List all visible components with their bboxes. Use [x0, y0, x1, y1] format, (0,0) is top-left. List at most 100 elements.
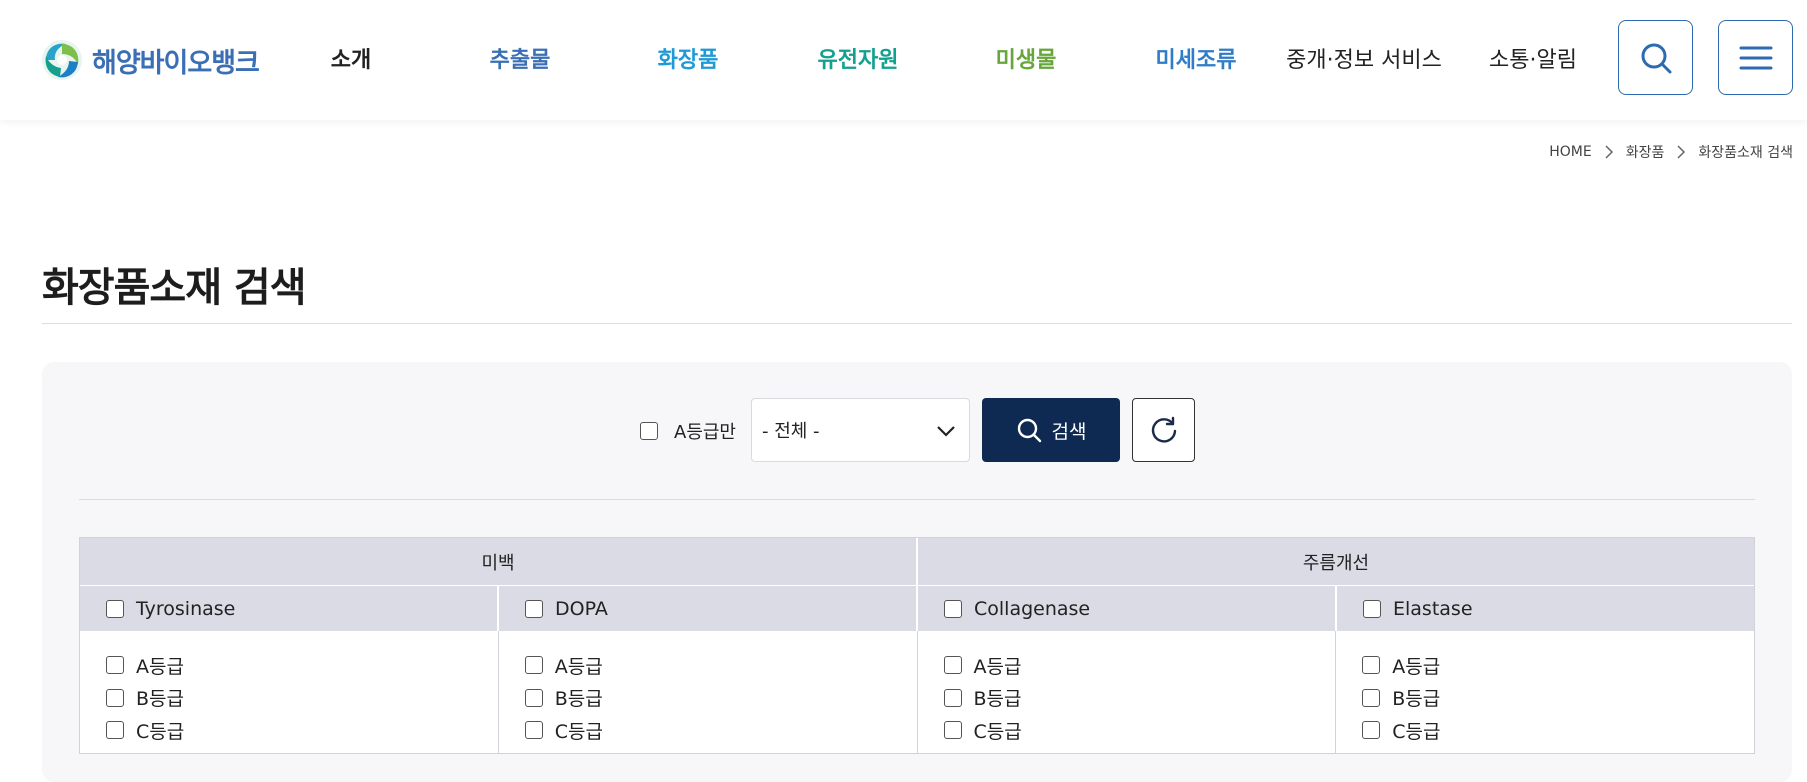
nav-label: 미세조류	[1155, 48, 1237, 73]
grade-checkbox[interactable]	[1362, 656, 1381, 675]
chevron-right-icon	[1672, 145, 1690, 159]
category-select[interactable]: - 전체 -	[751, 398, 970, 462]
enzyme-label: Elastase	[1393, 597, 1473, 620]
grade-checkbox[interactable]	[943, 688, 962, 707]
breadcrumb: HOME 화장품 화장품소재 검색	[1549, 142, 1793, 162]
search-bar: A등급만 - 전체 - 검색	[42, 398, 1792, 462]
grade-label: A등급	[973, 655, 1022, 678]
enzyme-checkbox[interactable]	[106, 599, 124, 618]
filter-group-row: 미백 주름개선	[80, 538, 1754, 585]
grade-option[interactable]: A등급	[524, 649, 917, 682]
nav-label: 미생물	[995, 48, 1057, 73]
chevron-down-icon	[937, 426, 955, 437]
search-button[interactable]: 검색	[982, 398, 1120, 462]
nav-item-microorganisms[interactable]: 미생물	[976, 40, 1076, 76]
grade-label: C등급	[973, 720, 1022, 743]
nav-item-brokerage-info[interactable]: 중개·정보 서비스	[1276, 40, 1452, 76]
grade-label: B등급	[554, 688, 603, 711]
nav-item-cosmetics[interactable]: 화장품	[638, 40, 738, 76]
grade-label: A등급	[1392, 655, 1441, 678]
nav-item-extract[interactable]: 추출물	[470, 40, 570, 76]
grade-checkbox[interactable]	[1362, 688, 1381, 707]
grade-option[interactable]: C등급	[943, 714, 1336, 747]
grade-option[interactable]: A등급	[106, 649, 498, 682]
grade-label: C등급	[136, 720, 185, 743]
breadcrumb-home[interactable]: HOME	[1549, 144, 1591, 160]
grade-option[interactable]: A등급	[1362, 649, 1754, 682]
enzyme-label: Tyrosinase	[136, 597, 236, 620]
filter-table: 미백 주름개선 Tyrosinase DOPA Collagenase Elas…	[79, 537, 1755, 754]
hamburger-menu-icon	[1739, 46, 1772, 69]
filter-group-wrinkle: 주름개선	[916, 538, 1754, 585]
nav-item-genetic-resources[interactable]: 유전자원	[800, 40, 916, 76]
page-title: 화장품소재 검색	[42, 265, 307, 311]
a-grade-only-filter[interactable]: A등급만	[640, 418, 736, 444]
header-menu-button[interactable]	[1718, 20, 1793, 95]
nav-label: 소통·알림	[1489, 48, 1577, 73]
grade-checkbox[interactable]	[1362, 721, 1381, 740]
grade-label: B등급	[973, 688, 1022, 711]
nav-item-intro[interactable]: 소개	[306, 40, 396, 76]
main-nav: 소개 추출물 화장품 유전자원 미생물 미세조류 중개·정보 서비스 소통·알림	[0, 0, 1807, 120]
category-select-value: - 전체 -	[762, 421, 820, 442]
grade-option[interactable]: C등급	[524, 714, 917, 747]
grade-label: C등급	[1392, 720, 1441, 743]
grade-option[interactable]: B등급	[943, 682, 1336, 715]
reset-button[interactable]	[1132, 398, 1195, 462]
enzyme-tyrosinase[interactable]: Tyrosinase	[80, 586, 497, 631]
nav-label: 유전자원	[817, 48, 899, 73]
grade-label: C등급	[554, 720, 603, 743]
grade-list-tyrosinase: A등급 B등급 C등급	[80, 631, 498, 753]
grade-list-elastase: A등급 B등급 C등급	[1335, 631, 1754, 753]
enzyme-label: DOPA	[555, 597, 608, 620]
grade-checkbox[interactable]	[106, 721, 124, 740]
enzyme-elastase[interactable]: Elastase	[1335, 586, 1754, 631]
grade-checkbox[interactable]	[524, 721, 543, 740]
panel-divider	[79, 499, 1755, 500]
grade-option[interactable]: C등급	[106, 714, 498, 747]
grade-checkbox[interactable]	[106, 656, 124, 675]
nav-label: 추출물	[489, 48, 551, 73]
breadcrumb-level1[interactable]: 화장품	[1626, 142, 1665, 162]
search-panel: A등급만 - 전체 - 검색 미백 주름개선 Tyrosinase DOPA C…	[42, 362, 1792, 782]
grade-checkbox[interactable]	[106, 688, 124, 707]
grade-option[interactable]: C등급	[1362, 714, 1754, 747]
grade-label: B등급	[136, 688, 184, 711]
site-header: 해양바이오뱅크 소개 추출물 화장품 유전자원 미생물 미세조류 중개·정보 서…	[0, 0, 1807, 120]
grade-checkbox[interactable]	[524, 688, 543, 707]
grade-checkbox[interactable]	[524, 656, 543, 675]
enzyme-checkbox[interactable]	[944, 599, 962, 618]
enzyme-checkbox[interactable]	[525, 599, 543, 618]
nav-label: 화장품	[657, 48, 719, 73]
title-divider	[42, 323, 1792, 324]
nav-item-notice[interactable]: 소통·알림	[1480, 40, 1586, 76]
header-search-button[interactable]	[1618, 20, 1693, 95]
enzyme-dopa[interactable]: DOPA	[497, 586, 916, 631]
a-grade-only-checkbox[interactable]	[640, 422, 658, 440]
search-icon	[1641, 43, 1671, 73]
grade-option[interactable]: B등급	[524, 682, 917, 715]
a-grade-only-label: A등급만	[674, 422, 736, 443]
nav-item-microalgae[interactable]: 미세조류	[1138, 40, 1254, 76]
breadcrumb-level2[interactable]: 화장품소재 검색	[1698, 142, 1793, 162]
refresh-icon	[1151, 416, 1176, 443]
filter-group-whitening: 미백	[481, 552, 515, 574]
grade-option[interactable]: B등급	[1362, 682, 1754, 715]
grade-option[interactable]: A등급	[943, 649, 1336, 682]
nav-label: 중개·정보 서비스	[1286, 48, 1442, 73]
nav-label: 소개	[330, 48, 372, 73]
grade-list-collagenase: A등급 B등급 C등급	[916, 631, 1336, 753]
filter-enzyme-row: Tyrosinase DOPA Collagenase Elastase	[80, 585, 1754, 631]
enzyme-collagenase[interactable]: Collagenase	[916, 586, 1335, 631]
filter-grade-row: A등급 B등급 C등급 A등급 B등급 C등급 A등급 B등급 C등급 A등급 …	[80, 631, 1754, 753]
chevron-right-icon	[1600, 145, 1618, 159]
enzyme-checkbox[interactable]	[1363, 599, 1381, 618]
search-button-label: 검색	[1051, 420, 1087, 443]
grade-option[interactable]: B등급	[106, 682, 498, 715]
grade-label: A등급	[554, 655, 603, 678]
grade-checkbox[interactable]	[943, 721, 962, 740]
grade-checkbox[interactable]	[943, 656, 962, 675]
grade-label: A등급	[136, 655, 184, 678]
search-icon	[1017, 418, 1041, 443]
enzyme-label: Collagenase	[974, 597, 1091, 620]
